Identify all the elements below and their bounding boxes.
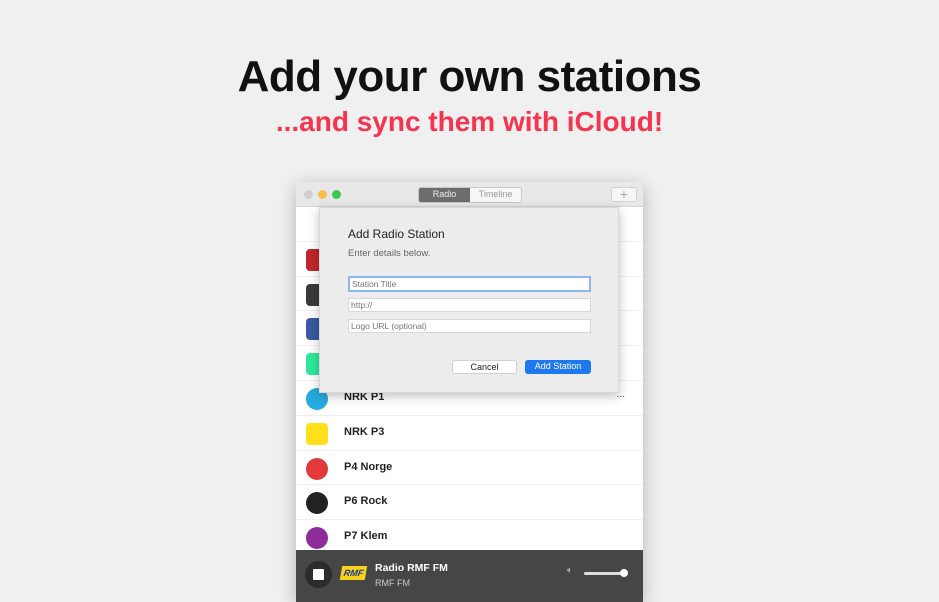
station-name: P6 Rock (344, 495, 388, 508)
headline: Add your own stations (237, 52, 702, 101)
stop-button[interactable] (305, 561, 332, 588)
tab-timeline[interactable]: Timeline (470, 188, 521, 202)
station-row[interactable]: NRK P3 (296, 416, 643, 451)
station-logo: RMF (339, 566, 368, 580)
station-name: NRK P3 (344, 425, 385, 438)
close-button[interactable] (304, 190, 313, 199)
volume-knob[interactable] (619, 569, 628, 577)
volume-slider[interactable] (584, 569, 628, 577)
stop-icon (313, 569, 324, 580)
add-station-dialog: Add Radio Station Enter details below. C… (319, 207, 619, 393)
cancel-button[interactable]: Cancel (452, 360, 517, 374)
station-logo (306, 492, 328, 515)
station-logo (306, 457, 328, 480)
now-playing-title: Radio RMF FM (375, 562, 448, 574)
station-logo (306, 422, 328, 445)
station-name: P4 Norge (344, 460, 393, 473)
tab-radio[interactable]: Radio (419, 188, 470, 202)
station-name: P7 Klem (344, 530, 388, 543)
subheadline: ...and sync them with iCloud! (275, 106, 664, 137)
zoom-button[interactable] (332, 190, 341, 199)
station-title-input[interactable] (348, 276, 591, 292)
dialog-title: Add Radio Station (348, 227, 445, 241)
station-logo (306, 527, 328, 550)
stream-url-input[interactable] (348, 298, 591, 312)
station-row[interactable]: P4 Norge (296, 451, 643, 486)
speaker-icon: 🔈︎ (567, 565, 573, 576)
title-bar: Radio Timeline + (296, 182, 643, 207)
view-switcher: Radio Timeline (418, 187, 522, 203)
now-playing-bar: RMF Radio RMF FM RMF FM 🔈︎ (296, 550, 643, 602)
dialog-subtitle: Enter details below. (348, 248, 431, 259)
minimize-button[interactable] (318, 190, 327, 199)
plus-icon: + (619, 186, 629, 202)
station-row[interactable]: P6 Rock (296, 485, 643, 521)
add-station-submit-button[interactable]: Add Station (525, 360, 591, 374)
logo-url-input[interactable] (348, 319, 591, 333)
add-station-button[interactable]: + (611, 187, 637, 202)
